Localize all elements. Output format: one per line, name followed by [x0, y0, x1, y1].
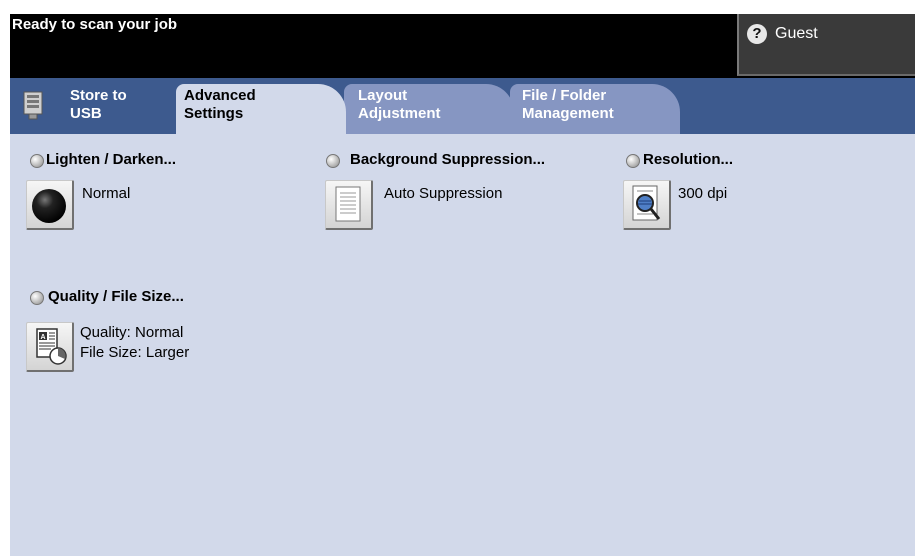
resolution-button[interactable]: [623, 180, 671, 230]
resolution-heading: Resolution...: [643, 151, 733, 168]
usb-storage-icon: [23, 91, 43, 120]
lighten-darken-heading: Lighten / Darken...: [46, 151, 177, 168]
device-screen: Ready to scan your job ? Guest Store to …: [10, 14, 915, 556]
background-suppression-heading: Background Suppression...: [350, 151, 546, 168]
background-suppression-indicator: [326, 154, 340, 168]
file-size-value: File Size: Larger: [80, 344, 190, 361]
tab-layout-adjustment[interactable]: Layout Adjustment: [344, 84, 514, 134]
quality-file-size-indicator: [30, 291, 44, 305]
tab-store-to-usb[interactable]: Store to USB: [10, 84, 178, 134]
tab-label-line2: Adjustment: [358, 105, 441, 122]
guest-label: Guest: [775, 25, 818, 42]
guest-button[interactable]: ? Guest: [737, 14, 915, 76]
tab-bar: Store to USB Advanced Settings Layout Ad…: [10, 78, 915, 135]
tab-label-line2: Management: [522, 105, 614, 122]
tab-label-line2: Settings: [184, 105, 244, 122]
tab-label: Store to USB: [70, 87, 127, 123]
lighten-darken-icon: [32, 189, 66, 223]
background-suppression-value: Auto Suppression: [384, 185, 503, 202]
tab-advanced-settings[interactable]: Advanced Settings: [176, 84, 346, 135]
tab-label-line2: USB: [70, 105, 102, 122]
status-message: Ready to scan your job: [12, 16, 178, 33]
document-page-icon: [335, 186, 361, 222]
quality-file-icon: A: [36, 328, 67, 365]
tab-label-line1: Layout: [358, 87, 408, 104]
tab-label: File / Folder Management: [522, 87, 614, 123]
quality-value: Quality: Normal: [80, 324, 184, 341]
magnifier-document-icon: [632, 185, 661, 221]
tab-file-folder-management[interactable]: File / Folder Management: [510, 84, 680, 134]
tab-label-line1: Store to: [70, 87, 127, 104]
background-suppression-button[interactable]: [325, 180, 373, 230]
svg-text:A: A: [41, 334, 46, 341]
tab-label-line1: Advanced: [184, 87, 256, 104]
resolution-indicator: [626, 154, 640, 168]
lighten-darken-indicator: [30, 154, 44, 168]
advanced-settings-panel: Lighten / Darken... Normal Background Su…: [10, 134, 915, 556]
lighten-darken-value: Normal: [82, 185, 131, 202]
lighten-darken-button[interactable]: [26, 180, 74, 230]
tab-label-line1: File / Folder: [522, 87, 607, 104]
quality-file-size-heading: Quality / File Size...: [48, 288, 184, 305]
tab-label: Layout Adjustment: [358, 87, 441, 123]
help-question-icon: ?: [747, 24, 767, 44]
resolution-value: 300 dpi: [678, 185, 728, 202]
status-bar: Ready to scan your job: [10, 14, 737, 78]
tab-label: Advanced Settings: [184, 87, 256, 123]
quality-file-size-button[interactable]: A: [26, 322, 74, 372]
